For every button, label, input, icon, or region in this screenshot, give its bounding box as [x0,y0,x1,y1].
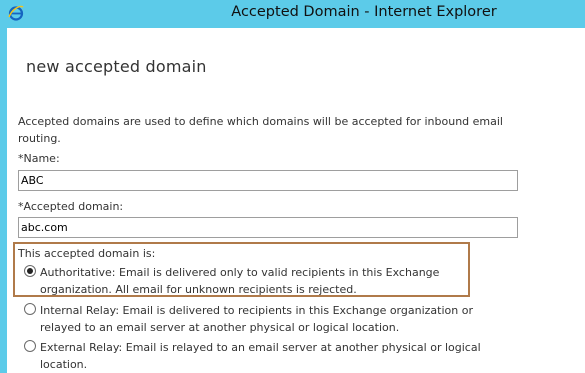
internal-relay-radio[interactable] [24,303,36,315]
external-relay-text: External Relay: Email is relayed to an e… [40,341,481,371]
accepted-domain-field[interactable] [18,217,518,238]
authoritative-text: Authoritative: Email is delivered only t… [40,266,440,296]
external-relay-radio[interactable] [24,340,36,352]
name-field[interactable] [18,170,518,191]
description-text: Accepted domains are used to define whic… [18,115,503,145]
dialog-title: new accepted domain [26,57,207,76]
name-label: *Name: [18,152,60,165]
accepted-domain-label: *Accepted domain: [18,200,124,213]
dialog-content: new accepted domain Accepted domains are… [7,28,585,373]
window-titlebar[interactable]: Accepted Domain - Internet Explorer [0,0,585,28]
internal-relay-text: Internal Relay: Email is delivered to re… [40,304,473,334]
domain-type-label: This accepted domain is: [18,247,156,260]
window-title: Accepted Domain - Internet Explorer [231,4,497,20]
authoritative-radio[interactable] [24,265,36,277]
